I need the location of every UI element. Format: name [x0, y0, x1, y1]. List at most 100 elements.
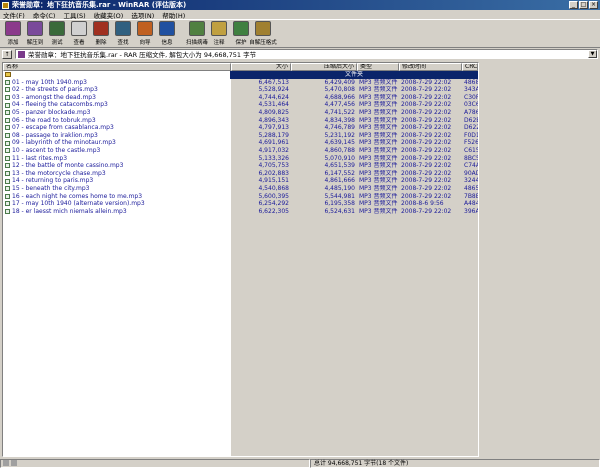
cell-modified: 2008-7-29 22:02: [401, 116, 452, 124]
table-row[interactable]: 10 - ascent to the castle.mp3 4,917,032 4,…: [3, 146, 478, 155]
toolbar-button-info[interactable]: 信息: [156, 20, 178, 48]
toolbar-button-sfx[interactable]: 自解压格式: [249, 20, 277, 48]
cell-packed: 4,639,145: [324, 139, 355, 147]
cell-type: MP3 音频文件: [359, 108, 398, 116]
cell-crc: 343A0D...: [464, 86, 478, 94]
table-row[interactable]: 11 - last rites.mp3 5,133,326 5,070,910 MP3…: [3, 154, 478, 163]
cell-type: MP3 音频文件: [359, 162, 398, 170]
cell-crc: C74AFB...: [464, 162, 478, 170]
column-size[interactable]: 大小: [231, 63, 291, 71]
table-row[interactable]: 06 - the road to tobruk.mp3 4,896,343 4,83…: [3, 116, 478, 125]
toolbar-button-comment[interactable]: 注释: [208, 20, 230, 48]
table-row[interactable]: 13 - the motorcycle chase.mp3 6,202,883 6,…: [3, 169, 478, 178]
menu-help[interactable]: 帮助(H): [162, 10, 185, 20]
toolbar-button-delete[interactable]: 删除: [90, 20, 112, 48]
cell-packed: 4,861,666: [324, 177, 355, 185]
maximize-button[interactable]: □: [579, 1, 588, 9]
column-name[interactable]: 名称: [3, 63, 231, 71]
mp3-file-icon: [5, 186, 10, 192]
cell-crc: A786F6E3: [464, 108, 478, 116]
cell-modified: 2008-8-6 9:56: [401, 200, 444, 208]
table-row[interactable]: 17 - may 10th 1940 (alternate version).m…: [3, 200, 478, 208]
cell-name: 05 - panzer blockade.mp3: [3, 108, 231, 117]
table-row[interactable]: 04 - fleeing the catacombs.mp3 4,531,464 4…: [3, 101, 478, 109]
table-row[interactable]: 02 - the streets of paris.mp3 5,528,924 5,…: [3, 86, 478, 94]
title-bar: 荣誉勋章：地下狂抗音乐集.rar - WinRAR (评估版本) _ □ ×: [0, 0, 600, 10]
file-name: 14 - returning to paris.mp3: [12, 177, 94, 185]
table-row[interactable]: 07 - escape from casablanca.mp3 4,797,913…: [3, 124, 478, 132]
menu-tools[interactable]: 工具(S): [63, 10, 85, 20]
address-bar: ↑ 荣誉勋章：地下狂抗音乐集.rar - RAR 压缩文件, 解包大小为 94,…: [0, 48, 600, 60]
menu-bar: 文件(F) 命令(C) 工具(S) 收藏夹(O) 选项(N) 帮助(H): [0, 10, 600, 20]
table-row[interactable]: 14 - returning to paris.mp3 4,915,151 4,86…: [3, 177, 478, 185]
folder-up-icon: [5, 72, 11, 78]
file-name: 17 - may 10th 1940 (alternate version).m…: [12, 200, 145, 208]
menu-favorites[interactable]: 收藏夹(O): [94, 10, 124, 20]
toolbar-button-add[interactable]: 添加: [2, 20, 24, 48]
path-field[interactable]: 荣誉勋章：地下狂抗音乐集.rar - RAR 压缩文件, 解包大小为 94,66…: [15, 49, 598, 59]
cell-size: 4,896,343: [258, 116, 289, 124]
cell-type: MP3 音频文件: [359, 146, 398, 154]
column-type[interactable]: 类型: [357, 63, 399, 71]
table-row[interactable]: 05 - panzer blockade.mp3 4,809,825 4,741,5…: [3, 108, 478, 117]
file-list[interactable]: 名称 大小 压缩后大小 类型 修改时间 CRC32 文件夹 01 - may 1…: [2, 62, 479, 457]
menu-options[interactable]: 选项(N): [131, 10, 154, 20]
file-name: 15 - beneath the city.mp3: [12, 184, 90, 192]
table-row[interactable]: 03 - amongst the dead.mp3 4,744,624 4,688,…: [3, 93, 478, 102]
column-crc[interactable]: CRC32: [462, 63, 478, 71]
menu-file[interactable]: 文件(F): [3, 10, 25, 20]
cell-crc: F526DFFE: [464, 139, 478, 147]
file-name: 02 - the streets of paris.mp3: [12, 86, 98, 94]
menu-commands[interactable]: 命令(C): [33, 10, 56, 20]
cell-name: 02 - the streets of paris.mp3: [3, 86, 231, 94]
file-rows: 文件夹 01 - may 10th 1940.mp3 6,467,513 6,429…: [3, 71, 478, 456]
mp3-file-icon: [5, 110, 10, 116]
mp3-file-icon: [5, 95, 10, 101]
cell-modified: 2008-7-29 22:02: [401, 108, 452, 116]
column-packed[interactable]: 压缩后大小: [291, 63, 357, 71]
table-row[interactable]: 01 - may 10th 1940.mp3 6,467,513 6,429,409…: [3, 78, 478, 87]
cell-packed: 4,688,966: [324, 93, 355, 101]
cell-size: 5,288,179: [258, 131, 289, 139]
extract-icon: [27, 21, 43, 36]
file-name: 01 - may 10th 1940.mp3: [12, 78, 87, 86]
cell-packed: 6,524,631: [324, 207, 355, 215]
add-icon: [5, 21, 21, 36]
cell-modified: 2008-7-29 22:02: [401, 146, 452, 154]
table-row[interactable]: 18 - er laesst mich niemals allein.mp3 6,…: [3, 207, 478, 216]
cell-crc: D622C2...: [464, 124, 478, 132]
cell-modified: 2008-7-29 22:02: [401, 93, 452, 101]
parent-folder-row[interactable]: 文件夹: [3, 71, 478, 79]
mp3-file-icon: [5, 171, 10, 177]
dropdown-arrow-icon[interactable]: ▼: [588, 50, 597, 58]
cell-modified: 2008-7-29 22:02: [401, 162, 452, 170]
view-icon: [71, 21, 87, 36]
table-row[interactable]: 08 - passage to iraklion.mp3 5,288,179 5,2…: [3, 131, 478, 140]
cell-modified: 2008-7-29 22:02: [401, 207, 452, 215]
table-row[interactable]: 15 - beneath the city.mp3 4,540,868 4,485,…: [3, 184, 478, 193]
toolbar-button-view[interactable]: 查看: [68, 20, 90, 48]
toolbar-button-wizard[interactable]: 向导: [134, 20, 156, 48]
winrar-icon: [2, 1, 9, 9]
table-row[interactable]: 12 - the battle of monte cassino.mp3 4,70…: [3, 162, 478, 170]
toolbar-label: 扫描病毒: [186, 40, 209, 46]
table-row[interactable]: 16 - each night he comes home to me.mp3 5…: [3, 192, 478, 201]
cell-size: 6,467,513: [258, 78, 289, 86]
file-name: 12 - the battle of monte cassino.mp3: [12, 162, 124, 170]
protect-icon: [233, 21, 249, 36]
up-folder-button[interactable]: ↑: [2, 49, 12, 59]
close-button[interactable]: ×: [589, 1, 598, 9]
toolbar-button-extract[interactable]: 解压到: [24, 20, 46, 48]
minimize-button[interactable]: _: [569, 1, 578, 9]
column-modified[interactable]: 修改时间: [399, 63, 462, 71]
toolbar-button-test[interactable]: 测试: [46, 20, 68, 48]
cell-size: 4,744,624: [258, 93, 289, 101]
cell-size: 4,797,913: [258, 124, 289, 132]
table-row[interactable]: 09 - labyrinth of the minotaur.mp3 4,691,…: [3, 139, 478, 147]
sfx-icon: [255, 21, 271, 36]
cell-size: 4,531,464: [258, 101, 289, 109]
cell-packed: 4,651,539: [324, 162, 355, 170]
toolbar-label: 保护: [235, 40, 247, 46]
toolbar-button-find[interactable]: 查找: [112, 20, 134, 48]
toolbar-button-virus-scan[interactable]: 扫描病毒: [186, 20, 208, 48]
